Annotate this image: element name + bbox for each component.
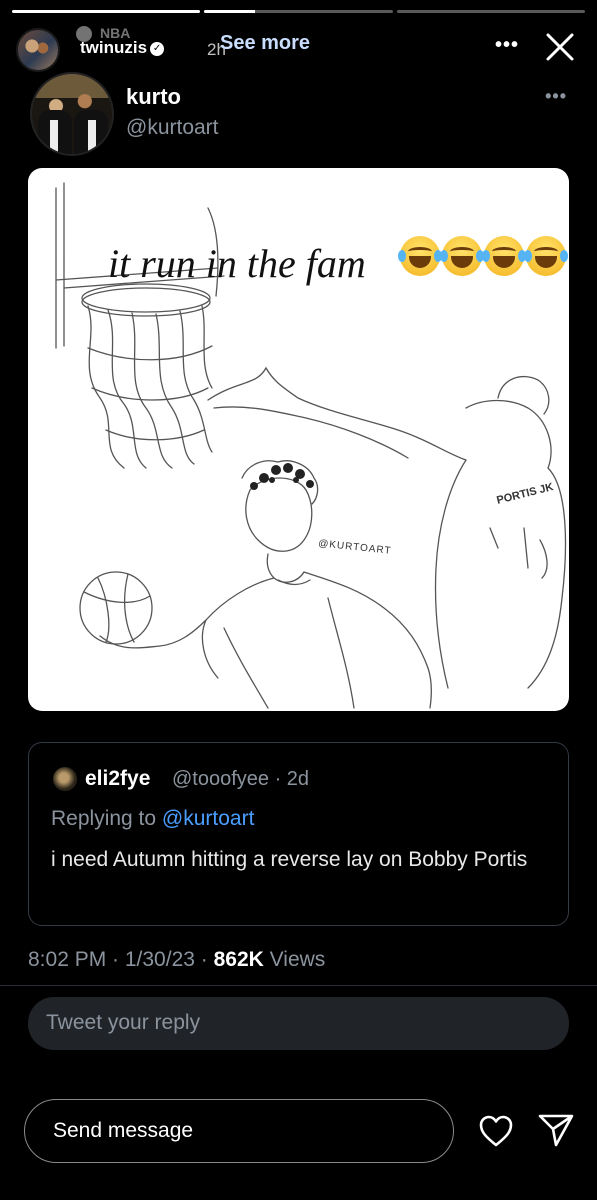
story-username[interactable]: twinuzis ✓	[80, 38, 165, 58]
tear-left	[482, 250, 490, 262]
tear-left	[524, 250, 532, 262]
story-progress-segment	[396, 10, 585, 13]
laughing-emoji-icon	[440, 236, 484, 276]
author-handle[interactable]: @kurtoart	[126, 116, 219, 140]
quote-author-handle: @tooofyee · 2d	[172, 768, 310, 790]
tweet-more-icon[interactable]: •••	[545, 86, 567, 107]
views-count: 862K	[213, 948, 264, 971]
story-progress-fill	[12, 10, 201, 13]
verified-badge-icon: ✓	[150, 41, 165, 56]
quote-avatar[interactable]	[53, 767, 77, 791]
tear-right	[560, 250, 568, 262]
avatar-shirt-left	[50, 120, 58, 154]
avatar-shirt-right	[88, 120, 96, 154]
author-avatar[interactable]	[30, 72, 114, 156]
heart-icon[interactable]	[478, 1114, 514, 1148]
divider	[0, 985, 597, 986]
tweet-meta: 8:02 PM · 1/30/23 · 862K Views	[28, 948, 325, 972]
tear-left	[440, 250, 448, 262]
tweet-timestamp: 8:02 PM · 1/30/23 ·	[28, 948, 208, 971]
laughing-emoji-icon	[524, 236, 568, 276]
story-progress-fill	[204, 10, 256, 13]
replying-to-line: Replying to @kurtoart	[51, 807, 254, 831]
replying-to-mention[interactable]: @kurtoart	[162, 807, 255, 830]
send-message-placeholder: Send message	[53, 1119, 194, 1142]
tweet-reply-input[interactable]: Tweet your reply	[28, 997, 569, 1050]
story-header: NBA twinuzis ✓ 2h See more •••	[14, 25, 587, 72]
reply-placeholder: Tweet your reply	[46, 1011, 201, 1034]
story-progress-segment	[204, 10, 393, 13]
ellipsis-icon[interactable]: •••	[495, 34, 519, 57]
send-icon[interactable]	[537, 1112, 575, 1148]
story-avatar[interactable]	[16, 28, 60, 72]
story-progress	[12, 10, 585, 13]
send-message-input[interactable]: Send message	[24, 1099, 454, 1163]
replying-to-prefix: Replying to	[51, 807, 157, 830]
quoted-tweet-card[interactable]: eli2fye @tooofyee · 2d Replying to @kurt…	[28, 742, 569, 926]
quote-author-name: eli2fye	[85, 767, 151, 790]
image-caption: it run in the fam	[108, 241, 366, 286]
see-more-link[interactable]: See more	[220, 32, 310, 55]
laughing-emoji-icon	[398, 236, 442, 276]
story-progress-segment	[12, 10, 201, 13]
tweet-image[interactable]: it run in the fam @KURTOART PORTIS JK	[28, 168, 569, 711]
views-label: Views	[269, 948, 326, 971]
story-username-text: twinuzis	[80, 38, 148, 57]
tear-left	[398, 250, 406, 262]
laughing-emoji-row	[398, 236, 568, 276]
author-name[interactable]: kurto	[126, 84, 181, 110]
close-icon[interactable]	[543, 30, 577, 64]
quote-text: i need Autumn hitting a reverse lay on B…	[51, 848, 528, 871]
laughing-emoji-icon	[482, 236, 526, 276]
